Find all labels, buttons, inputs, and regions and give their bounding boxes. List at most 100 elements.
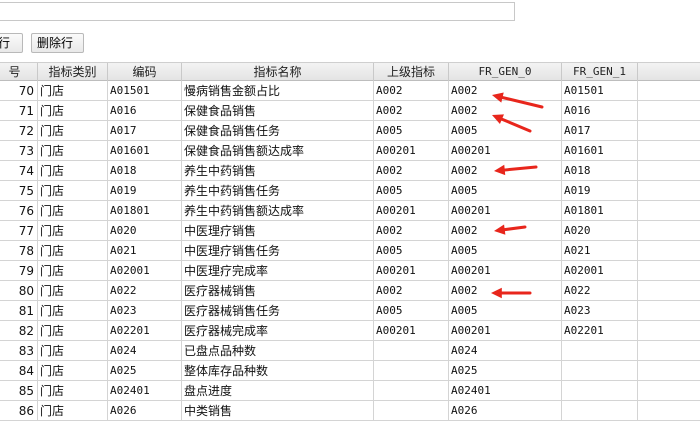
cell-name[interactable]: 中医理疗销售任务 (182, 241, 374, 261)
table-row[interactable]: 84 门店 A025 整体库存品种数 A025 (0, 361, 700, 381)
cell-parent[interactable] (374, 381, 449, 401)
cell-parent[interactable]: A002 (374, 221, 449, 241)
table-row[interactable]: 74 门店 A018 养生中药销售 A002 A002 A018 (0, 161, 700, 181)
column-header-code[interactable]: 编码 (108, 63, 182, 81)
cell-code[interactable]: A019 (108, 181, 182, 201)
cell-fr-gen-0[interactable]: A00201 (449, 321, 562, 341)
cell-name[interactable]: 慢病销售金额占比 (182, 81, 374, 101)
cell-fr-gen-0[interactable]: A00201 (449, 261, 562, 281)
cell-index[interactable]: 70 (0, 81, 38, 101)
cell-fr-gen-1[interactable]: A017 (562, 121, 638, 141)
cell-name[interactable]: 保健食品销售额达成率 (182, 141, 374, 161)
cell-index[interactable]: 78 (0, 241, 38, 261)
table-row[interactable]: 79 门店 A02001 中医理疗完成率 A00201 A00201 A02001 (0, 261, 700, 281)
cell-fr-gen-1[interactable] (562, 381, 638, 401)
cell-code[interactable]: A016 (108, 101, 182, 121)
cell-index[interactable]: 71 (0, 101, 38, 121)
cell-code[interactable]: A01801 (108, 201, 182, 221)
cell-fr-gen-0[interactable]: A00201 (449, 201, 562, 221)
cell-fr-gen-1[interactable]: A02001 (562, 261, 638, 281)
cell-name[interactable]: 养生中药销售 (182, 161, 374, 181)
cell-parent[interactable]: A005 (374, 241, 449, 261)
cell-index[interactable]: 84 (0, 361, 38, 381)
cell-fr-gen-1[interactable]: A018 (562, 161, 638, 181)
table-row[interactable]: 77 门店 A020 中医理疗销售 A002 A002 A020 (0, 221, 700, 241)
column-header-parent[interactable]: 上级指标 (374, 63, 449, 81)
cell-category[interactable]: 门店 (38, 301, 108, 321)
cell-category[interactable]: 门店 (38, 161, 108, 181)
cell-category[interactable]: 门店 (38, 321, 108, 341)
cell-index[interactable]: 73 (0, 141, 38, 161)
column-header-index[interactable]: 号 (0, 63, 38, 81)
cell-name[interactable]: 保健食品销售任务 (182, 121, 374, 141)
table-row[interactable]: 85 门店 A02401 盘点进度 A02401 (0, 381, 700, 401)
cell-parent[interactable]: A002 (374, 281, 449, 301)
cell-code[interactable]: A023 (108, 301, 182, 321)
cell-code[interactable]: A01501 (108, 81, 182, 101)
cell-code[interactable]: A02401 (108, 381, 182, 401)
table-row[interactable]: 78 门店 A021 中医理疗销售任务 A005 A005 A021 (0, 241, 700, 261)
cell-fr-gen-0[interactable]: A02401 (449, 381, 562, 401)
cell-name[interactable]: 整体库存品种数 (182, 361, 374, 381)
cell-fr-gen-1[interactable]: A01501 (562, 81, 638, 101)
cell-name[interactable]: 养生中药销售额达成率 (182, 201, 374, 221)
cell-name[interactable]: 盘点进度 (182, 381, 374, 401)
cell-category[interactable]: 门店 (38, 341, 108, 361)
cell-fr-gen-1[interactable]: A01601 (562, 141, 638, 161)
cell-parent[interactable]: A005 (374, 301, 449, 321)
cell-category[interactable]: 门店 (38, 361, 108, 381)
cell-code[interactable]: A017 (108, 121, 182, 141)
cell-parent[interactable]: A002 (374, 161, 449, 181)
table-row[interactable]: 81 门店 A023 医疗器械销售任务 A005 A005 A023 (0, 301, 700, 321)
cell-code[interactable]: A025 (108, 361, 182, 381)
cell-index[interactable]: 72 (0, 121, 38, 141)
cell-parent[interactable]: A002 (374, 101, 449, 121)
cell-fr-gen-0[interactable]: A005 (449, 241, 562, 261)
cell-fr-gen-1[interactable]: A023 (562, 301, 638, 321)
cell-index[interactable]: 83 (0, 341, 38, 361)
cell-parent[interactable]: A00201 (374, 321, 449, 341)
cell-category[interactable]: 门店 (38, 281, 108, 301)
cell-category[interactable]: 门店 (38, 81, 108, 101)
cell-index[interactable]: 80 (0, 281, 38, 301)
column-header-category[interactable]: 指标类别 (38, 63, 108, 81)
cell-parent[interactable]: A00201 (374, 201, 449, 221)
cell-category[interactable]: 门店 (38, 101, 108, 121)
table-row[interactable]: 76 门店 A01801 养生中药销售额达成率 A00201 A00201 A01801 (0, 201, 700, 221)
delete-row-button[interactable]: 删除行 (31, 33, 84, 53)
cell-fr-gen-0[interactable]: A002 (449, 101, 562, 121)
cell-category[interactable]: 门店 (38, 121, 108, 141)
column-header-name[interactable]: 指标名称 (182, 63, 374, 81)
cell-code[interactable]: A01601 (108, 141, 182, 161)
table-row[interactable]: 80 门店 A022 医疗器械销售 A002 A002 A022 (0, 281, 700, 301)
cell-fr-gen-0[interactable]: A025 (449, 361, 562, 381)
cell-category[interactable]: 门店 (38, 261, 108, 281)
table-row[interactable]: 75 门店 A019 养生中药销售任务 A005 A005 A019 (0, 181, 700, 201)
cell-parent[interactable]: A005 (374, 181, 449, 201)
cell-fr-gen-0[interactable]: A002 (449, 81, 562, 101)
cell-name[interactable]: 医疗器械销售 (182, 281, 374, 301)
cell-category[interactable]: 门店 (38, 201, 108, 221)
cell-code[interactable]: A024 (108, 341, 182, 361)
cell-name[interactable]: 保健食品销售 (182, 101, 374, 121)
cell-fr-gen-1[interactable]: A019 (562, 181, 638, 201)
cell-parent[interactable]: A005 (374, 121, 449, 141)
cell-parent[interactable]: A002 (374, 81, 449, 101)
add-row-button[interactable]: 行 (0, 33, 23, 53)
cell-name[interactable]: 医疗器械销售任务 (182, 301, 374, 321)
cell-index[interactable]: 74 (0, 161, 38, 181)
cell-code[interactable]: A022 (108, 281, 182, 301)
cell-code[interactable]: A026 (108, 401, 182, 421)
table-row[interactable]: 71 门店 A016 保健食品销售 A002 A002 A016 (0, 101, 700, 121)
cell-fr-gen-1[interactable]: A016 (562, 101, 638, 121)
cell-index[interactable]: 82 (0, 321, 38, 341)
cell-category[interactable]: 门店 (38, 221, 108, 241)
cell-fr-gen-0[interactable]: A005 (449, 181, 562, 201)
cell-name[interactable]: 中医理疗完成率 (182, 261, 374, 281)
cell-name[interactable]: 中医理疗销售 (182, 221, 374, 241)
cell-index[interactable]: 85 (0, 381, 38, 401)
cell-fr-gen-0[interactable]: A00201 (449, 141, 562, 161)
cell-parent[interactable] (374, 341, 449, 361)
cell-fr-gen-0[interactable]: A002 (449, 161, 562, 181)
cell-parent[interactable]: A00201 (374, 261, 449, 281)
